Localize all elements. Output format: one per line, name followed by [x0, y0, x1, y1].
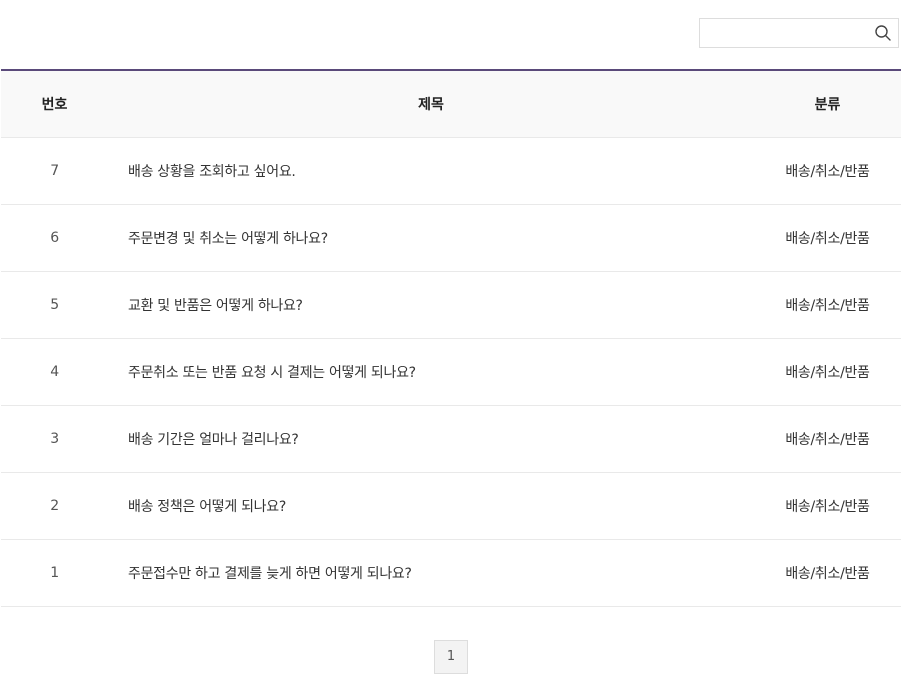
row-number: 3	[1, 405, 108, 473]
row-category: 배송/취소/반품	[754, 204, 901, 272]
header-category: 분류	[754, 70, 901, 138]
row-category: 배송/취소/반품	[754, 405, 901, 473]
row-number: 1	[1, 539, 108, 607]
search-input[interactable]	[700, 19, 868, 47]
search-box	[699, 18, 899, 48]
row-number: 6	[1, 204, 108, 272]
table-row[interactable]: 3 배송 기간은 얼마나 걸리나요? 배송/취소/반품	[1, 405, 901, 473]
row-category: 배송/취소/반품	[754, 472, 901, 540]
row-category: 배송/취소/반품	[754, 137, 901, 205]
row-title-link[interactable]: 주문변경 및 취소는 어떻게 하나요?	[108, 204, 754, 272]
row-category: 배송/취소/반품	[754, 271, 901, 339]
row-number: 4	[1, 338, 108, 406]
page-button-current[interactable]: 1	[434, 640, 468, 674]
header-row: 번호 제목 분류	[1, 70, 901, 138]
row-title-link[interactable]: 배송 정책은 어떻게 되나요?	[108, 472, 754, 540]
row-category: 배송/취소/반품	[754, 539, 901, 607]
table-body: 7 배송 상황을 조회하고 싶어요. 배송/취소/반품 6 주문변경 및 취소는…	[1, 137, 901, 607]
row-number: 7	[1, 137, 108, 205]
table-row[interactable]: 2 배송 정책은 어떻게 되나요? 배송/취소/반품	[1, 472, 901, 540]
row-title-link[interactable]: 교환 및 반품은 어떻게 하나요?	[108, 271, 754, 339]
table-header: 번호 제목 분류	[1, 70, 901, 138]
row-category: 배송/취소/반품	[754, 338, 901, 406]
table-row[interactable]: 7 배송 상황을 조회하고 싶어요. 배송/취소/반품	[1, 137, 901, 205]
table-row[interactable]: 6 주문변경 및 취소는 어떻게 하나요? 배송/취소/반품	[1, 204, 901, 272]
table-row[interactable]: 1 주문접수만 하고 결제를 늦게 하면 어떻게 되나요? 배송/취소/반품	[1, 539, 901, 607]
header-no: 번호	[1, 70, 108, 138]
row-title-link[interactable]: 주문접수만 하고 결제를 늦게 하면 어떻게 되나요?	[108, 539, 754, 607]
row-title-link[interactable]: 주문취소 또는 반품 요청 시 결제는 어떻게 되나요?	[108, 338, 754, 406]
faq-table: 번호 제목 분류 7 배송 상황을 조회하고 싶어요. 배송/취소/반품 6 주…	[1, 69, 901, 607]
table-row[interactable]: 4 주문취소 또는 반품 요청 시 결제는 어떻게 되나요? 배송/취소/반품	[1, 338, 901, 406]
row-number: 2	[1, 472, 108, 540]
table-row[interactable]: 5 교환 및 반품은 어떻게 하나요? 배송/취소/반품	[1, 271, 901, 339]
header-title: 제목	[108, 70, 754, 138]
search-icon[interactable]	[874, 24, 892, 42]
row-number: 5	[1, 271, 108, 339]
row-title-link[interactable]: 배송 상황을 조회하고 싶어요.	[108, 137, 754, 205]
row-title-link[interactable]: 배송 기간은 얼마나 걸리나요?	[108, 405, 754, 473]
